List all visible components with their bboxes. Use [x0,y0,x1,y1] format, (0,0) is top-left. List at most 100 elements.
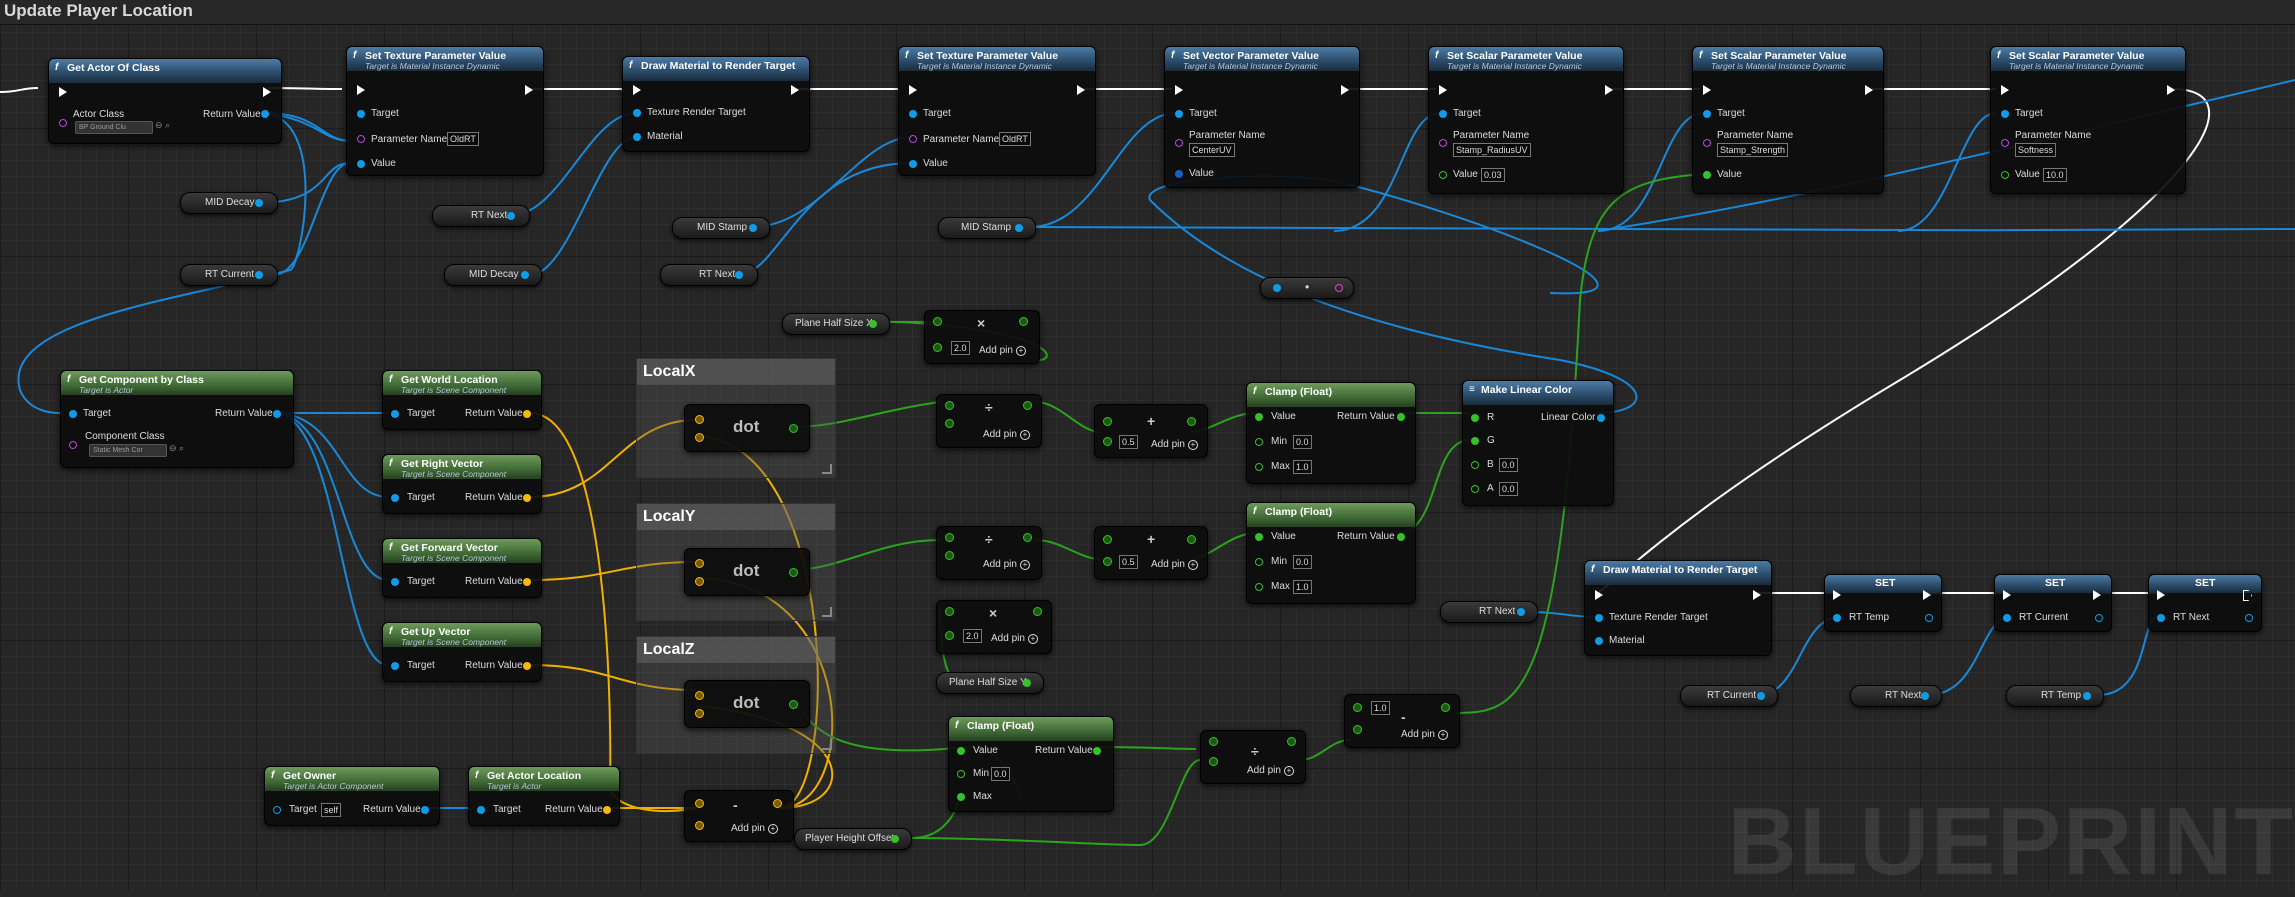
dot-product-y[interactable]: dot [684,548,810,596]
add-pin-button[interactable]: Add pin + [1247,765,1294,776]
actor-class-dropdown[interactable]: BP Ground Clu [75,121,153,134]
return-value-pin[interactable] [273,410,281,418]
value-field[interactable]: 0.5 [1119,555,1138,569]
exec-out-pin[interactable] [791,85,799,95]
node-set-texture-param-1[interactable]: f Set Texture Parameter Value Target is Ma… [346,46,544,176]
exec-in-pin[interactable] [1703,85,1711,95]
return-value-pin[interactable] [1397,533,1405,541]
var-out-pin[interactable] [1517,608,1525,616]
value-pin[interactable] [957,747,965,755]
output-pin[interactable] [1187,417,1196,426]
param-name-field[interactable]: CenterUV [1189,143,1235,157]
var-out-pin[interactable] [749,224,757,232]
exec-in-pin[interactable] [59,87,67,97]
input-b-pin[interactable] [695,577,704,586]
add-pin-button[interactable]: Add pin + [1401,729,1448,740]
input-pin[interactable] [1273,284,1281,292]
exec-out-pin[interactable] [1923,590,1931,600]
input-a-pin[interactable] [695,559,704,568]
exec-out-pin[interactable] [1753,590,1761,600]
rt-temp-pin[interactable] [1833,614,1841,622]
target-pin[interactable] [391,662,399,670]
input-a-pin[interactable] [695,799,704,808]
param-name-pin[interactable] [1439,139,1447,147]
target-pin[interactable] [1439,110,1447,118]
texture-render-target-pin[interactable] [633,109,641,117]
subtract-vector-node[interactable]: - Add pin + [684,790,794,842]
exec-out-pin[interactable] [1605,85,1613,95]
input-a-pin[interactable] [1209,737,1218,746]
resize-handle[interactable] [822,607,832,617]
exec-in-pin[interactable] [1595,590,1603,600]
node-set-rt-next[interactable]: SET RT Next [2148,574,2262,632]
return-value-pin[interactable] [603,806,611,814]
linear-color-out-pin[interactable] [1597,414,1605,422]
var-rt-next[interactable]: RT Next [1440,601,1538,623]
exec-out-pin[interactable] [525,85,533,95]
min-pin[interactable] [1255,558,1263,566]
input-b-pin[interactable] [1103,557,1112,566]
return-value-pin[interactable] [523,662,531,670]
value-pin[interactable] [1255,533,1263,541]
node-clamp-float-1[interactable]: f Clamp (Float) Value Return Value Min 0.… [1246,382,1416,484]
output-pin[interactable] [789,568,798,577]
target-pin[interactable] [273,806,281,814]
var-mid-decay[interactable]: MID Decay [180,192,278,214]
value-field[interactable]: 0.5 [1119,435,1138,449]
var-out-pin[interactable] [255,199,263,207]
var-rt-current[interactable]: RT Current [1680,685,1778,707]
exec-out-pin[interactable] [263,87,271,97]
exec-in-pin[interactable] [357,85,365,95]
input-b-pin[interactable] [933,343,942,352]
var-rt-next[interactable]: RT Next [432,205,530,227]
dot-product-x[interactable]: dot [684,404,810,452]
max-pin[interactable] [1255,463,1263,471]
value-field[interactable]: 10.0 [2043,168,2067,182]
component-class-dropdown[interactable]: Static Mesh Cor [89,444,167,457]
node-get-actor-of-class[interactable]: f Get Actor Of Class Actor Class BP Groun… [48,58,282,144]
output-pin[interactable] [789,424,798,433]
target-pin[interactable] [1175,110,1183,118]
exec-in-pin[interactable] [633,85,641,95]
target-pin[interactable] [1703,110,1711,118]
return-value-pin[interactable] [523,578,531,586]
add-pin-button[interactable]: Add pin + [731,823,778,834]
rt-current-pin[interactable] [2003,614,2011,622]
rt-next-pin[interactable] [2157,614,2165,622]
exec-out-pin[interactable] [1865,85,1873,95]
exec-out-pin[interactable] [2167,85,2175,95]
input-b-pin[interactable] [695,821,704,830]
node-get-right-vector[interactable]: f Get Right Vector Target is Scene Compone… [382,454,542,514]
value-field[interactable]: 2.0 [963,629,982,643]
node-set-scalar-param-3[interactable]: f Set Scalar Parameter Value Target is Mat… [1990,46,2186,194]
var-mid-stamp[interactable]: MID Stamp [672,217,770,239]
browse-icon[interactable]: ⊖ ⌕ [169,443,184,454]
exec-in-pin[interactable] [1833,590,1841,600]
var-player-height-offset[interactable]: Player Height Offset [794,828,912,850]
value-pin[interactable] [1439,171,1447,179]
var-out-pin[interactable] [2083,692,2091,700]
node-get-forward-vector[interactable]: f Get Forward Vector Target is Scene Compo… [382,538,542,598]
output-pin[interactable] [1287,737,1296,746]
var-rt-next[interactable]: RT Next [1850,685,1942,707]
var-out-pin[interactable] [869,320,877,328]
resize-handle[interactable] [822,464,832,474]
exec-out-pin[interactable] [1077,85,1085,95]
param-name-field[interactable]: OldRT [999,132,1031,146]
min-pin[interactable] [957,770,965,778]
add-pin-button[interactable]: Add pin + [983,429,1030,440]
var-out-pin[interactable] [521,271,529,279]
var-out-pin[interactable] [507,212,515,220]
add-node-y[interactable]: 0.5 + Add pin + [1094,526,1208,580]
target-pin[interactable] [2001,110,2009,118]
multiply-node-y[interactable]: 2.0 × Add pin + [936,600,1052,654]
add-pin-button[interactable]: Add pin + [1151,559,1198,570]
output-pin[interactable] [1187,535,1196,544]
var-out-pin[interactable] [1921,692,1929,700]
a-pin[interactable] [1471,485,1479,493]
param-name-field[interactable]: Softness [2015,143,2057,157]
divide-node-x[interactable]: ÷ Add pin + [936,394,1042,448]
divide-node-y[interactable]: ÷ Add pin + [936,526,1042,580]
break-vector-node[interactable]: • [1260,277,1354,299]
output-pin[interactable] [789,700,798,709]
